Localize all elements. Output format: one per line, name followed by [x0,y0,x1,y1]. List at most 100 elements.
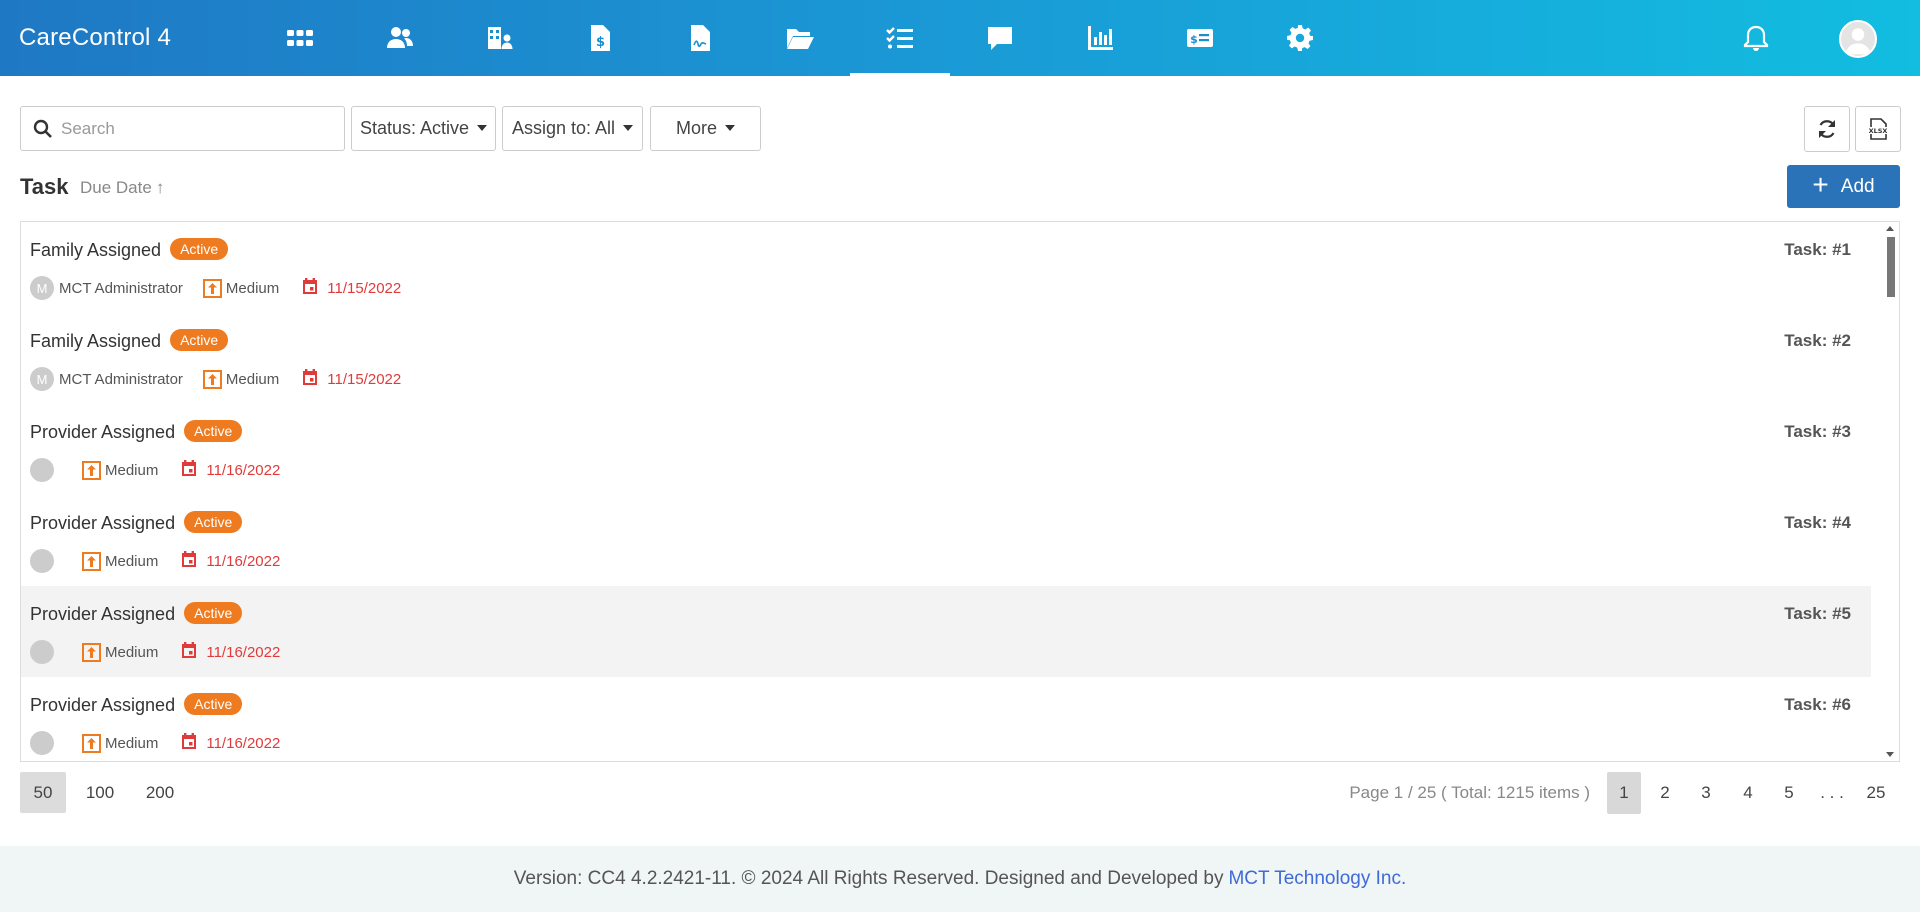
assign-filter-dropdown[interactable]: Assign to: All [502,106,643,151]
priority-label: Medium [105,643,159,661]
checklist-icon [886,27,913,49]
status-filter-label: Status: Active [359,118,470,138]
assignee-name: MCT Administrator [59,279,183,297]
invoice-dollar-icon: $ [591,25,610,51]
bar-chart-icon [1088,26,1113,50]
assignee-avatar [30,731,54,755]
task-title: Provider Assigned Active [30,602,243,625]
task-title-text: Provider Assigned [30,513,176,533]
due-date: 11/15/2022 [327,370,402,388]
task-row[interactable]: Provider Assigned Active Task: #3 Medium… [21,404,1871,495]
refresh-button[interactable] [1804,106,1850,152]
nav-files[interactable] [750,0,850,76]
user-silhouette-icon [1845,28,1871,55]
folder-open-icon [787,29,814,49]
nav-people[interactable] [350,0,450,76]
task-row[interactable]: Provider Assigned Active Task: #4 Medium… [21,495,1871,586]
more-filters-label: More [675,118,717,138]
xlsx-file-icon: XLSX [1868,118,1888,140]
nav-messages[interactable] [950,0,1050,76]
status-badge: Active [184,511,243,533]
scroll-down-arrow-icon[interactable] [1886,752,1894,757]
status-badge: Active [184,693,243,715]
priority-arrow-up-icon [82,733,101,753]
task-title: Provider Assigned Active [30,420,243,443]
search-box [20,106,345,151]
top-navbar: CareControl 4 $ $ [0,0,1920,76]
bell-icon [1743,25,1769,51]
nav-billing[interactable]: $ [550,0,650,76]
scroll-up-arrow-icon[interactable] [1886,226,1894,231]
page-button[interactable]: 1 [1607,772,1641,814]
task-meta: Medium 11/16/2022 [30,458,280,482]
nav-reports[interactable] [1050,0,1150,76]
more-filters-dropdown[interactable]: More [650,106,761,151]
task-number: Task: #5 [1784,604,1851,623]
nav-facilities[interactable] [450,0,550,76]
priority-arrow-up-icon [82,460,101,480]
page-button[interactable]: 25 [1859,772,1893,814]
task-number: Task: #6 [1784,695,1851,714]
id-card-icon: $ [1187,29,1213,47]
task-row[interactable]: Family Assigned Active Task: #1 M MCT Ad… [21,222,1871,313]
page-button[interactable]: 4 [1731,772,1765,814]
list-scrollbar[interactable] [1883,222,1899,761]
calendar-icon [180,459,198,481]
add-label: Add [1840,175,1875,197]
page-size-option[interactable]: 200 [136,772,184,813]
calendar-icon [180,550,198,572]
footer-company-link[interactable]: MCT Technology Inc. [1228,868,1406,890]
people-icon [387,27,413,48]
task-meta: Medium 11/16/2022 [30,640,280,664]
priority-label: Medium [225,279,280,297]
task-number: Task: #2 [1784,331,1851,350]
priority-arrow-up-icon [82,551,101,571]
add-task-button[interactable]: + Add [1787,165,1900,208]
task-row[interactable]: Provider Assigned Active Task: #6 Medium… [21,677,1871,761]
task-number: Task: #1 [1784,240,1851,259]
plus-icon: + [1812,169,1829,200]
priority-arrow-up-icon [202,278,222,298]
task-meta: Medium 11/16/2022 [30,549,280,573]
nav-dashboard[interactable] [250,0,350,76]
due-date: 11/16/2022 [206,734,281,752]
chat-bubble-icon [988,27,1012,50]
page-title: Task [20,174,69,199]
user-avatar[interactable] [1839,20,1877,58]
arrow-up-icon: ↑ [155,178,165,197]
footer: Version: CC4 4.2.2421-11. © 2024 All Rig… [0,846,1920,912]
page-button[interactable]: 3 [1689,772,1723,814]
svg-text:XLSX: XLSX [1869,127,1888,135]
chevron-down-icon [477,124,488,131]
search-input[interactable] [61,107,341,150]
scrollbar-thumb[interactable] [1887,237,1895,297]
page-button[interactable]: 2 [1648,772,1682,814]
page-button[interactable]: 5 [1772,772,1806,814]
due-date: 11/16/2022 [206,643,281,661]
page-size-option[interactable]: 50 [20,772,66,813]
gear-icon [1287,25,1313,51]
app-title[interactable]: CareControl 4 [19,24,171,52]
task-row[interactable]: Provider Assigned Active Task: #5 Medium… [21,586,1871,677]
assignee-avatar [30,458,54,482]
nav-documents[interactable] [650,0,750,76]
priority-label: Medium [105,552,159,570]
nav-settings[interactable] [1250,0,1350,76]
signed-document-icon [691,25,710,51]
search-icon [33,119,52,138]
task-title: Family Assigned Active [30,329,229,352]
export-xlsx-button[interactable]: XLSX [1855,106,1901,152]
status-badge: Active [184,602,243,624]
task-row[interactable]: Family Assigned Active Task: #2 M MCT Ad… [21,313,1871,404]
svg-text:$: $ [1190,33,1198,46]
status-filter-dropdown[interactable]: Status: Active [351,106,496,151]
priority-label: Medium [105,461,159,479]
nav-tasks[interactable] [850,0,950,76]
sort-due-date[interactable]: Due Date ↑ [80,178,164,198]
calendar-icon [301,368,319,390]
task-title: Family Assigned Active [30,238,229,261]
task-title-text: Family Assigned [30,331,162,351]
notifications-bell[interactable] [1741,24,1771,54]
page-size-option[interactable]: 100 [77,772,123,813]
nav-cards[interactable]: $ [1150,0,1250,76]
